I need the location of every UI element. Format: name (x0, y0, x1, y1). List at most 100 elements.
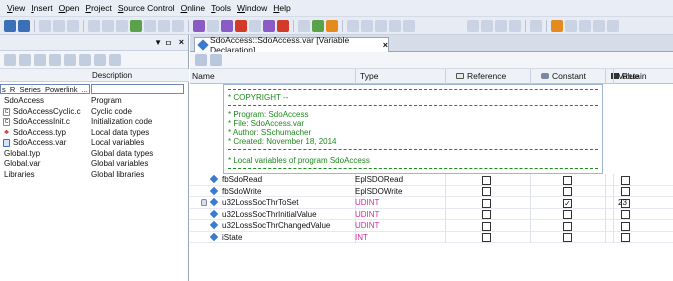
tree-item[interactable]: Global.var Global variables (0, 159, 189, 170)
tree-item[interactable]: C SdoAccessCyclic.c Cyclic code (0, 107, 189, 118)
save-all-icon[interactable] (18, 19, 30, 32)
bookmark-prev-icon[interactable] (509, 19, 521, 32)
find-icon[interactable] (172, 19, 184, 32)
build-icon[interactable] (130, 19, 142, 32)
tree-item[interactable]: ♣ SdoAccess.typ Local data types (0, 128, 189, 139)
stop-icon[interactable] (277, 19, 289, 32)
menu-project[interactable]: Project (82, 3, 114, 13)
tab-sdoaccess-var[interactable]: SdoAccess::SdoAccess.var [Variable Decla… (194, 35, 389, 55)
help-icon[interactable] (530, 19, 542, 32)
variable-name[interactable]: u32LossSocThrInitialValue (222, 209, 317, 221)
settings-icon[interactable] (109, 53, 121, 66)
tree-item[interactable]: Libraries Global libraries (0, 170, 189, 181)
watch-icon[interactable] (207, 19, 219, 32)
variable-type[interactable]: UDINT (355, 197, 379, 209)
menu-window[interactable]: Window (234, 3, 270, 13)
dropdown-arrow-icon[interactable]: ▼ (154, 38, 162, 47)
delete-icon[interactable] (116, 19, 128, 32)
variable-name[interactable]: u32LossSocThrToSet (222, 197, 299, 209)
path-field[interactable]: s_R_Series_Powerlink_... (0, 84, 90, 94)
trace-icon[interactable] (221, 19, 233, 32)
variable-type[interactable]: EplSDORead (355, 174, 403, 186)
reference-checkbox[interactable] (482, 233, 491, 242)
add-comment-icon[interactable] (210, 54, 222, 66)
variable-type[interactable]: INT (355, 232, 368, 244)
menu-view[interactable]: View (4, 3, 28, 13)
variable-row[interactable]: fbSdoWrite EplSDOWrite (190, 185, 673, 198)
move-up-icon[interactable] (579, 19, 591, 32)
menu-help[interactable]: Help (270, 3, 293, 13)
online-info-icon[interactable] (263, 19, 275, 32)
tree-item[interactable]: SdoAccess.var Local variables (0, 138, 189, 149)
pin-icon[interactable]: ㅁ (165, 38, 172, 49)
constant-checkbox[interactable] (563, 210, 572, 219)
close-icon[interactable]: × (179, 37, 184, 47)
undo-icon[interactable] (88, 19, 100, 32)
paste-icon[interactable] (67, 19, 79, 32)
window-icon[interactable] (347, 19, 359, 32)
variable-type[interactable]: UDINT (355, 209, 379, 221)
tree-item[interactable]: C SdoAccessInit.c Initialization code (0, 117, 189, 128)
retain-checkbox[interactable] (621, 175, 630, 185)
retain-checkbox[interactable] (621, 210, 630, 219)
reference-checkbox[interactable] (482, 210, 491, 219)
variable-type[interactable]: UDINT (355, 220, 379, 232)
copy-icon[interactable] (53, 19, 65, 32)
variable-row[interactable]: iState INT (190, 231, 673, 244)
type-column-header[interactable]: Type (355, 69, 445, 84)
reference-checkbox[interactable] (482, 221, 491, 231)
menu-tools[interactable]: Tools (208, 3, 234, 13)
name-column-header[interactable]: Name (190, 69, 355, 84)
variable-name[interactable]: iState (222, 232, 242, 244)
sort-desc-icon[interactable] (565, 19, 577, 32)
menu-insert[interactable]: Insert (28, 3, 55, 13)
description-column-header[interactable]: Description (92, 71, 132, 80)
constant-checkbox[interactable]: ✓ (563, 198, 572, 208)
tile-icon[interactable] (403, 19, 415, 32)
tree-item[interactable]: SdoAccess Program (0, 96, 189, 107)
split-icon[interactable] (375, 19, 387, 32)
layout-icon[interactable] (361, 19, 373, 32)
reference-checkbox[interactable] (482, 175, 491, 185)
path-description-field[interactable] (91, 84, 184, 94)
variable-row[interactable]: u32LossSocThrInitialValue UDINT (190, 208, 673, 221)
cut-icon[interactable] (39, 19, 51, 32)
variable-row[interactable]: u32LossSocThrChangedValue UDINT (190, 220, 673, 232)
menu-source-control[interactable]: Source Control (115, 3, 178, 13)
expand-icon[interactable] (79, 53, 91, 66)
zoom-icon[interactable] (467, 19, 479, 32)
breakpoint-icon[interactable] (312, 19, 324, 32)
menu-open[interactable]: Open (56, 3, 83, 13)
cascade-icon[interactable] (389, 19, 401, 32)
filter-icon[interactable] (49, 53, 61, 66)
transfer-icon[interactable] (158, 19, 170, 32)
header-comment-box[interactable]: * COPYRIGHT -- * Program: SdoAccess * Fi… (223, 84, 603, 174)
collapse-icon[interactable] (94, 53, 106, 66)
reference-checkbox[interactable] (482, 187, 491, 196)
variable-row[interactable]: fbSdoRead EplSDORead (190, 174, 673, 186)
variable-type[interactable]: EplSDOWrite (355, 186, 402, 198)
warm-restart-icon[interactable] (235, 19, 247, 32)
constant-checkbox[interactable] (563, 221, 572, 231)
debug-icon[interactable] (298, 19, 310, 32)
reference-checkbox[interactable] (482, 198, 491, 208)
retain-checkbox[interactable] (621, 187, 630, 196)
sort-icon[interactable] (551, 19, 563, 32)
monitor-icon[interactable] (193, 19, 205, 32)
close-tab-icon[interactable]: × (383, 40, 388, 50)
constant-checkbox[interactable] (563, 233, 572, 242)
variable-row[interactable]: u32LossSocThrToSet UDINT ✓ 23 (190, 197, 673, 209)
refresh-icon[interactable] (64, 53, 76, 66)
move-down-icon[interactable] (593, 19, 605, 32)
variable-value[interactable]: 23 (618, 197, 627, 209)
more-icon[interactable] (607, 19, 619, 32)
rebuild-icon[interactable] (144, 19, 156, 32)
tree-item[interactable]: Global.typ Global data types (0, 149, 189, 160)
new-object-icon[interactable] (4, 53, 16, 66)
retain-checkbox[interactable] (621, 221, 630, 231)
constant-checkbox[interactable] (563, 187, 572, 196)
variable-name[interactable]: u32LossSocThrChangedValue (222, 220, 330, 232)
bookmark-next-icon[interactable] (495, 19, 507, 32)
value-column-header[interactable]: Value (613, 69, 673, 84)
bookmark-icon[interactable] (481, 19, 493, 32)
